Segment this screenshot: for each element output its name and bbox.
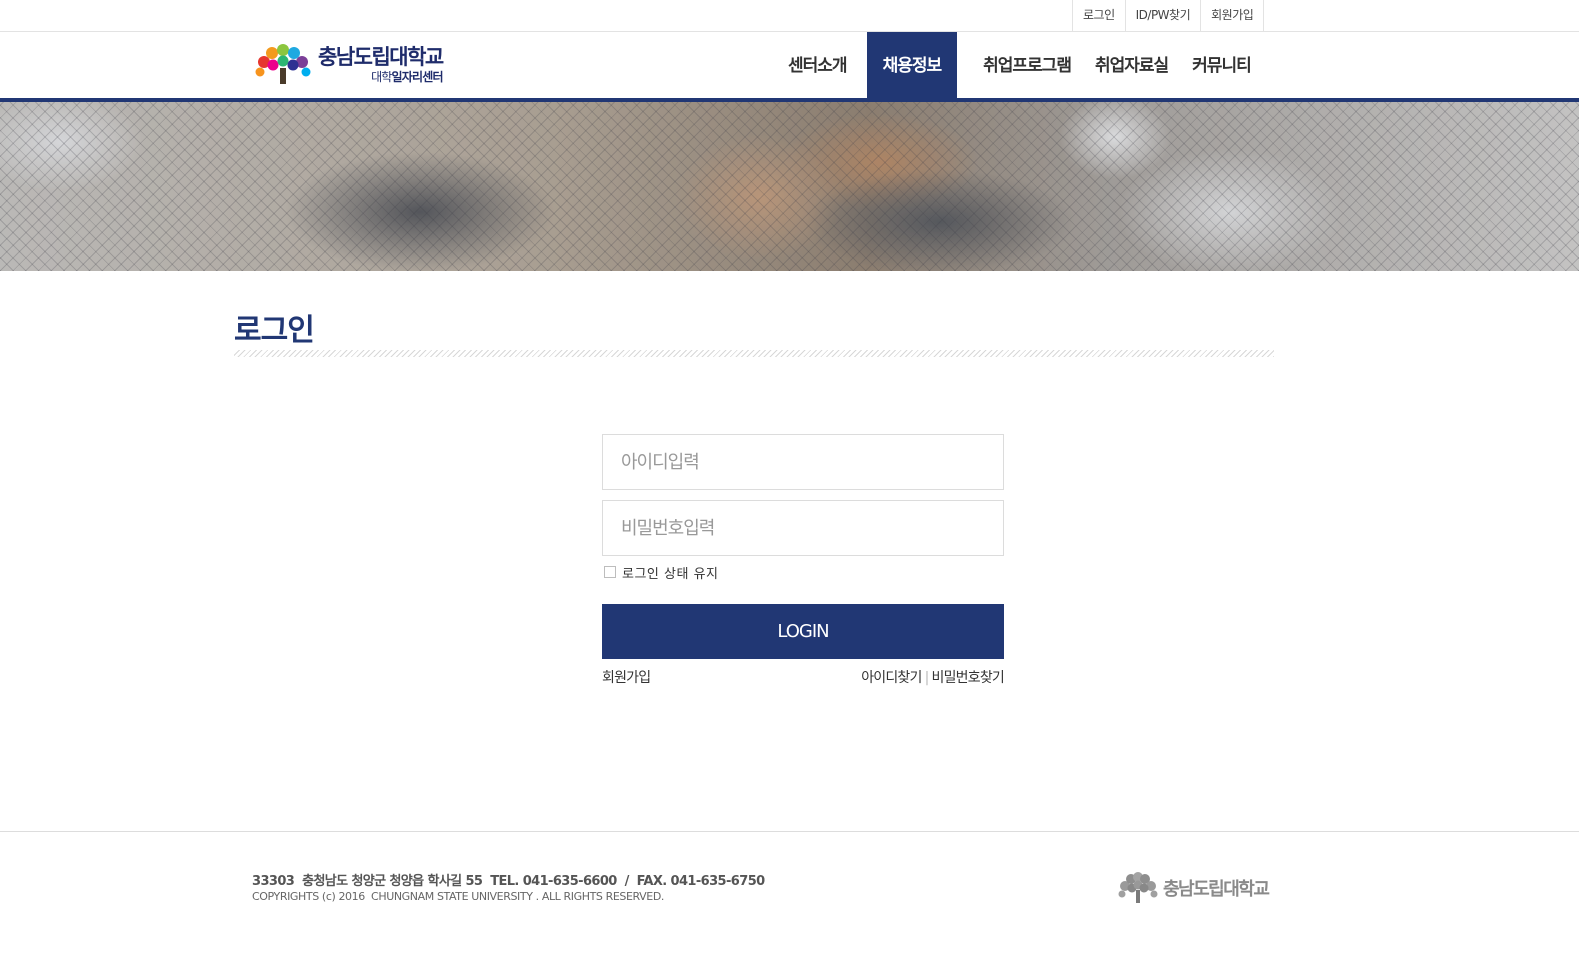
link-separator: |: [924, 670, 930, 686]
page-title: 로그인: [234, 313, 315, 348]
logo-subtitle-prefix: 대학: [371, 70, 392, 84]
find-password-link[interactable]: 비밀번호찾기: [932, 670, 1005, 686]
main-nav: 센터소개 채용정보 취업프로그램 취업자료실 커뮤니티: [776, 32, 1263, 102]
signup-link[interactable]: 회원가입: [1201, 0, 1265, 31]
hero-banner: [0, 102, 1579, 271]
login-links: 회원가입 아이디찾기 | 비밀번호찾기: [602, 667, 1005, 687]
nav-item-job-program[interactable]: 취업프로그램: [971, 32, 1083, 102]
hero-pattern-overlay: [0, 102, 1579, 271]
tree-logo-icon: [255, 44, 311, 84]
signup-link-bottom[interactable]: 회원가입: [602, 667, 651, 687]
footer-copyright: COPYRIGHTS (c) 2016 CHUNGNAM STATE UNIVE…: [252, 890, 664, 903]
footer-logo: 충남도립대학교: [1117, 872, 1270, 904]
footer-address: 33303 충청남도 청양군 청양읍 학사길 55 TEL. 041-635-6…: [252, 874, 765, 889]
site-logo[interactable]: 충남도립대학교 대학일자리센터: [254, 44, 444, 86]
site-footer: 33303 충청남도 청양군 청양읍 학사길 55 TEL. 041-635-6…: [0, 831, 1579, 970]
find-id-link[interactable]: 아이디찾기: [861, 670, 922, 686]
id-input[interactable]: [602, 434, 1004, 490]
title-divider: [234, 350, 1274, 357]
footer-logo-text: 충남도립대학교: [1163, 879, 1270, 900]
logo-subtitle: 대학일자리센터: [318, 71, 443, 83]
logo-subtitle-main: 일자리센터: [391, 70, 444, 84]
password-input[interactable]: [602, 500, 1004, 556]
keep-login-checkbox[interactable]: [604, 566, 616, 578]
nav-item-center-intro[interactable]: 센터소개: [776, 32, 859, 102]
keep-login[interactable]: 로그인 상태 유지: [602, 564, 1004, 582]
keep-login-label: 로그인 상태 유지: [622, 566, 719, 582]
tree-logo-gray-icon: [1118, 872, 1158, 903]
nav-item-community[interactable]: 커뮤니티: [1180, 32, 1263, 102]
login-form: 로그인 상태 유지 LOGIN 회원가입 아이디찾기|비밀번호찾기: [602, 434, 1005, 687]
nav-item-job-info[interactable]: 채용정보: [866, 32, 958, 102]
find-links: 아이디찾기 | 비밀번호찾기: [861, 667, 1005, 687]
utility-links: 로그인 ID/PW찾기 회원가입: [1072, 0, 1265, 32]
nav-item-job-resources[interactable]: 취업자료실: [1083, 32, 1180, 102]
login-button[interactable]: LOGIN: [602, 604, 1004, 659]
top-utility-bar: 로그인 ID/PW찾기 회원가입: [0, 0, 1579, 32]
find-id-pw-link[interactable]: ID/PW찾기: [1126, 0, 1202, 31]
site-header: 충남도립대학교 대학일자리센터 센터소개 채용정보 취업프로그램 취업자료실 커…: [0, 32, 1579, 102]
login-link[interactable]: 로그인: [1073, 0, 1126, 31]
logo-title: 충남도립대학교: [318, 45, 444, 69]
